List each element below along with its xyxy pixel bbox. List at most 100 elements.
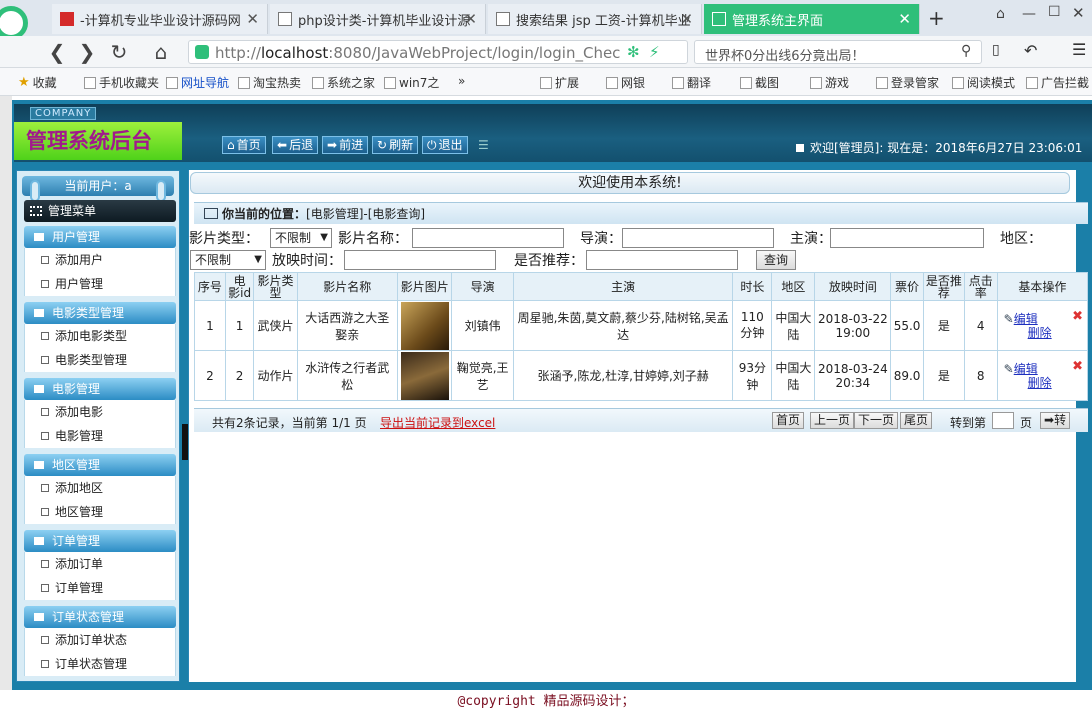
undo-icon[interactable]: ↶ (1024, 41, 1037, 60)
region-select[interactable]: 不限制 ▼ (190, 250, 266, 270)
refresh-button[interactable]: ↻ 刷新 (372, 136, 419, 154)
menu-item-movie-type-manage[interactable]: 电影类型管理 (24, 348, 176, 372)
close-icon[interactable]: ✕ (680, 10, 693, 28)
cell-poster (397, 300, 453, 351)
skin-icon[interactable]: ⌂ (996, 6, 1005, 22)
search-icon[interactable]: ⚲ (961, 43, 971, 59)
document-icon (41, 408, 49, 416)
menu-item-label: 添加电影 (55, 405, 104, 419)
menu-group-movies[interactable]: 电影管理 (24, 378, 176, 400)
browser-tab[interactable]: -计算机专业毕业设计源码网 ✕ (52, 4, 268, 34)
menu-item-add-movie[interactable]: 添加电影 (24, 400, 176, 424)
delete-icon[interactable]: ✖ (1072, 359, 1083, 374)
grid-icon (30, 206, 42, 216)
page-icon (278, 12, 292, 26)
time-input[interactable] (344, 250, 496, 270)
menu-item-add-region[interactable]: 添加地区 (24, 476, 176, 500)
recommend-input[interactable] (586, 250, 738, 270)
menu-item-order-status-manage[interactable]: 订单状态管理 (24, 652, 176, 676)
adblock-button[interactable]: 广告拦截 (1026, 74, 1089, 91)
browser-tab[interactable]: 搜索结果 jsp 工资-计算机毕业 ✕ (488, 4, 702, 34)
logout-button[interactable]: ⏻ 退出 (422, 136, 468, 154)
delete-icon[interactable]: ✖ (1072, 309, 1083, 324)
home-button[interactable]: ⌂ 首页 (222, 136, 266, 154)
next-page-button[interactable]: 下一页 (854, 412, 899, 429)
page-number-input[interactable] (992, 412, 1014, 429)
screenshot-button[interactable]: 截图 (740, 74, 779, 91)
url-input[interactable]: http://localhost:8080/JavaWebProject/log… (188, 40, 688, 64)
menu-group-regions[interactable]: 地区管理 (24, 454, 176, 476)
go-button[interactable]: ➡转 (1040, 412, 1071, 429)
first-page-button[interactable]: 首页 (772, 412, 805, 429)
menu-item-add-user[interactable]: 添加用户 (24, 248, 176, 272)
actor-input[interactable] (830, 228, 984, 248)
home-icon[interactable]: ⌂ (148, 40, 174, 64)
export-excel-link[interactable]: 导出当前记录到excel (380, 414, 495, 431)
edit-link[interactable]: 编辑 (1014, 362, 1038, 376)
reading-mode-button[interactable]: 阅读模式 (952, 74, 1015, 91)
bookmark-label: 游戏 (825, 76, 850, 90)
extension-button[interactable]: 扩展 (540, 74, 579, 91)
cell-director: 刘镇伟 (451, 300, 514, 351)
director-input[interactable] (622, 228, 774, 248)
favicon-icon (60, 12, 74, 26)
prev-page-button[interactable]: 上一页 (810, 412, 855, 429)
document-icon (41, 660, 49, 668)
menu-item-add-order-status[interactable]: 添加订单状态 (24, 628, 176, 652)
cell-id: 1 (224, 300, 255, 351)
browser-tab[interactable]: php设计类-计算机毕业设计源 ✕ (270, 4, 486, 34)
query-button[interactable]: 查询 (756, 250, 796, 270)
minimize-icon[interactable]: — (1022, 6, 1036, 22)
mobile-icon[interactable]: ▯ (992, 42, 1000, 58)
menu-item-user-manage[interactable]: 用户管理 (24, 272, 176, 296)
menu-item-movie-manage[interactable]: 电影管理 (24, 424, 176, 448)
bookmark-system[interactable]: 系统之家 (312, 74, 375, 91)
delete-link[interactable]: 删除 (1028, 376, 1085, 390)
refresh-icon[interactable]: ↻ (106, 40, 132, 64)
home-button-label: 首页 (236, 138, 261, 152)
delete-link[interactable]: 删除 (1028, 326, 1085, 340)
forward-button[interactable]: ➡ 前进 (322, 136, 369, 154)
back-icon[interactable]: ❮ (44, 40, 70, 64)
pagination-bar: 共有2条记录，当前第 1/1 页 导出当前记录到excel 首页 上一页 下一页… (194, 408, 1088, 432)
edit-link[interactable]: 编辑 (1014, 312, 1038, 326)
folder-icon (34, 233, 44, 241)
bookmark-taobao[interactable]: 淘宝热卖 (238, 74, 301, 91)
close-window-icon[interactable]: ✕ (1072, 4, 1085, 22)
menu-item-add-order[interactable]: 添加订单 (24, 552, 176, 576)
search-input[interactable]: 世界杯0分出线6分竟出局！ ⚲ (694, 40, 982, 64)
login-manager-button[interactable]: 登录管家 (876, 74, 939, 91)
menu-item-add-movie-type[interactable]: 添加电影类型 (24, 324, 176, 348)
bookmark-favorites[interactable]: ★ 收藏 (18, 74, 57, 91)
bank-button[interactable]: 网银 (606, 74, 645, 91)
name-input[interactable] (412, 228, 564, 248)
game-button[interactable]: 游戏 (810, 74, 849, 91)
type-select[interactable]: 不限制 ▼ (270, 228, 332, 248)
bookmark-nav[interactable]: 网址导航 (166, 74, 229, 91)
menu-icon[interactable]: ☰ (1072, 40, 1086, 59)
menu-group-movie-types[interactable]: 电影类型管理 (24, 302, 176, 324)
new-tab-button[interactable]: + (928, 6, 945, 30)
menu-item-region-manage[interactable]: 地区管理 (24, 500, 176, 524)
forward-icon[interactable]: ❯ (74, 40, 100, 64)
close-icon[interactable]: ✕ (898, 10, 911, 28)
close-icon[interactable]: ✕ (464, 10, 477, 28)
close-icon[interactable]: ✕ (246, 10, 259, 28)
menu-group-users[interactable]: 用户管理 (24, 226, 176, 248)
logout-button-label: 退出 (438, 138, 463, 152)
back-button[interactable]: ⬅ 后退 (272, 136, 319, 154)
bookmark-label: 收藏 (32, 76, 57, 90)
menu-group-orders[interactable]: 订单管理 (24, 530, 176, 552)
bookmark-mobile[interactable]: 手机收藏夹 (84, 74, 159, 91)
grid-icon (540, 76, 552, 89)
menu-group-order-status[interactable]: 订单状态管理 (24, 606, 176, 628)
lightning-icon[interactable]: ⚡ (649, 43, 660, 61)
bookmark-more-icon[interactable]: » (458, 74, 465, 88)
last-page-button[interactable]: 尾页 (900, 412, 933, 429)
bookmark-win7[interactable]: win7之 (384, 74, 439, 91)
maximize-icon[interactable]: ☐ (1048, 4, 1061, 20)
menu-item-order-manage[interactable]: 订单管理 (24, 576, 176, 600)
menu-item-label: 地区管理 (55, 505, 104, 519)
browser-tab-active[interactable]: 管理系统主界面 ✕ (704, 4, 920, 34)
translate-button[interactable]: 翻译 (672, 74, 711, 91)
